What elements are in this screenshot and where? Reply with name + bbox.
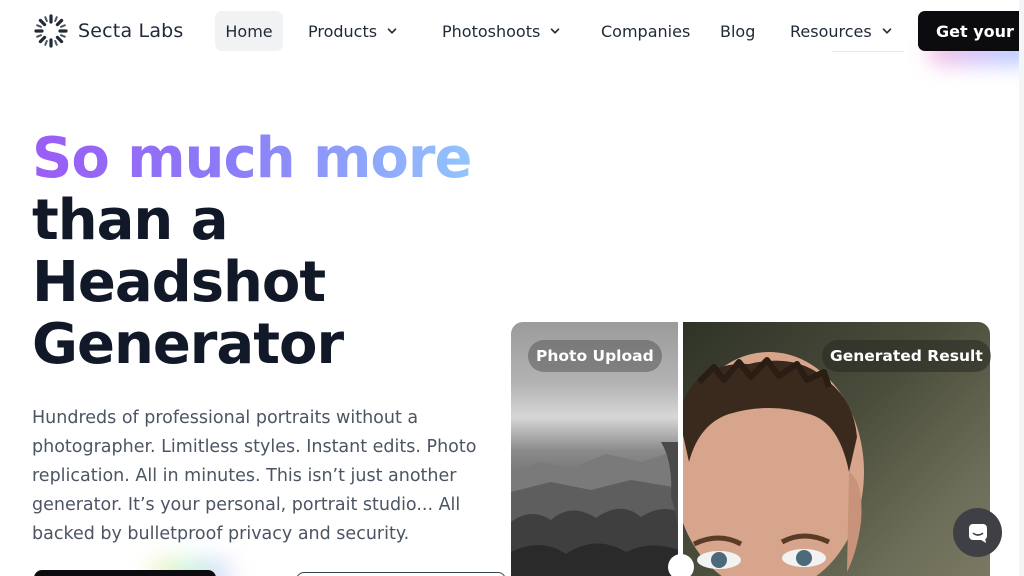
cta-container: Get your Ph [918, 11, 1024, 65]
chevron-down-icon [551, 28, 560, 34]
nav-item-label: Companies [601, 21, 691, 41]
nav-item-photoshoots[interactable]: Photoshoots [442, 11, 560, 51]
headline-gradient-line: So much more [32, 126, 472, 191]
nav-item-blog[interactable]: Blog [720, 11, 755, 51]
nav-item-home[interactable]: Home [215, 11, 283, 51]
nav-item-companies[interactable]: Companies [601, 11, 690, 51]
headline-line: than a [32, 188, 229, 253]
nav-item-label: Products [308, 21, 378, 41]
nav-item-label: Photoshoots [442, 21, 541, 41]
generated-result-label: Generated Result [822, 340, 991, 372]
secondary-hero-button[interactable] [296, 572, 506, 576]
nav-item-resources[interactable]: Resources [790, 11, 892, 51]
brand-name: Secta Labs [78, 20, 184, 42]
brand-logo[interactable]: Secta Labs [32, 12, 184, 50]
nav-item-products[interactable]: Products [308, 11, 397, 51]
chat-bubble-icon [968, 523, 987, 543]
chevron-down-icon [387, 28, 397, 34]
hero-headline: So much more than a Headshot Generator [32, 128, 472, 376]
comparison-slider-handle[interactable] [668, 554, 694, 576]
hero-description: Hundreds of professional portraits witho… [32, 408, 477, 544]
nav-divider [832, 51, 904, 52]
nav-item-label: Home [225, 21, 273, 41]
headline-line: Headshot [32, 250, 326, 315]
nav-item-label: Blog [720, 21, 756, 41]
page-scrollbar[interactable] [1019, 0, 1024, 576]
nav-item-label: Resources [790, 21, 872, 41]
top-navigation: Secta Labs Home Products Photoshoots Com… [0, 0, 1024, 65]
headline-line: Generator [32, 312, 344, 377]
chat-launcher-button[interactable] [953, 508, 1002, 557]
get-photos-button[interactable]: Get your Ph [918, 11, 1024, 51]
primary-hero-button[interactable] [34, 570, 216, 576]
chevron-down-icon [882, 28, 892, 34]
sunburst-logo-icon [34, 14, 68, 48]
comparison-divider[interactable] [678, 322, 683, 576]
photo-upload-label: Photo Upload [528, 340, 662, 372]
